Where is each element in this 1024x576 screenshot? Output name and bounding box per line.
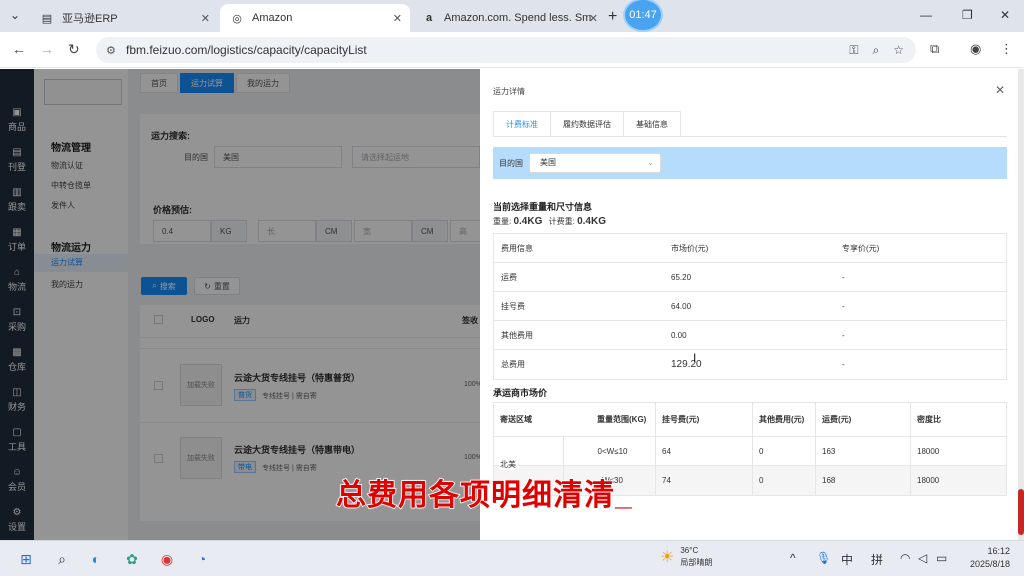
extensions-icon[interactable]: ⧉ xyxy=(930,41,939,57)
tab-title: Amazon xyxy=(252,12,293,24)
address-toolbar: ← → ↻ ⚙ fbm.feizuo.com/logistics/capacit… xyxy=(0,32,1024,68)
windows-start-icon[interactable]: ⊞ xyxy=(16,549,36,569)
weather-widget[interactable]: ☀ 36°C 局部晴朗 xyxy=(660,545,712,569)
tray-chevron-icon[interactable]: ^ xyxy=(790,551,796,565)
battery-icon[interactable]: ▭ xyxy=(936,551,947,565)
drawer-scrollbar[interactable] xyxy=(1018,69,1024,540)
browser-tab-amazon-com[interactable]: a Amazon.com. Spend less. Sm ✕ xyxy=(412,4,606,32)
chevron-down-icon: ⌄ xyxy=(647,158,654,167)
table-row: 运费 65.20 - xyxy=(494,263,1006,292)
region-cell: 北美 xyxy=(500,459,516,470)
app-icon[interactable]: ✿ xyxy=(122,549,142,569)
tab-icon: ▤ xyxy=(41,12,53,25)
weight-info: 重量: 0.4KG 计费重: 0.4KG xyxy=(493,216,606,227)
browser-tab-amazon[interactable]: ◎ Amazon ✕ xyxy=(220,4,410,32)
key-icon[interactable]: ⚿ xyxy=(849,43,858,58)
reload-icon[interactable]: ↻ xyxy=(68,41,80,58)
ime-pinyin[interactable]: 拼 xyxy=(871,551,883,568)
system-clock[interactable]: 16:12 2025/8/18 xyxy=(964,545,1010,571)
tab-fulfillment-eval[interactable]: 履约数据评估 xyxy=(550,111,624,136)
table-header-row: 费用信息 市场价(元) 专享价(元) xyxy=(494,234,1006,263)
drawer-title: 运力详情 xyxy=(493,87,525,96)
table-row: 总费用 129.20 - xyxy=(501,359,845,370)
section-title-carrier-price: 承运商市场价 xyxy=(493,388,548,398)
close-icon[interactable]: ✕ xyxy=(995,83,1005,97)
chrome-browser-icon[interactable]: ◉ xyxy=(157,549,177,569)
globe-icon: ◎ xyxy=(232,12,242,25)
restore-icon[interactable]: ❐ xyxy=(962,8,973,22)
charge-weight-value: 0.4KG xyxy=(577,216,606,227)
tab-billing-standard[interactable]: 计费标准 xyxy=(493,111,551,136)
section-title-weight: 当前选择重量和尺寸信息 xyxy=(493,202,593,212)
divider xyxy=(493,136,1007,137)
ime-mode[interactable]: 中 xyxy=(841,551,853,568)
browser-tab-erp[interactable]: ▤ 亚马逊ERP ✕ xyxy=(30,4,218,32)
table-header-row: 寄送区域 重量范围(KG) 挂号费(元) 其他费用(元) 运费(元) 密度比 xyxy=(494,403,1006,437)
new-tab-button[interactable]: + xyxy=(608,8,617,26)
tab-search-chevron-icon[interactable]: ⌄ xyxy=(10,8,20,22)
menu-dots-icon[interactable]: ⋮ xyxy=(1000,41,1013,57)
fee-table: 费用信息 市场价(元) 专享价(元) 运费 65.20 - 挂号费 64.00 … xyxy=(493,233,1007,380)
sun-cloud-icon: ☀ xyxy=(660,549,675,566)
weight-value: 0.4KG xyxy=(513,216,543,227)
tab-title: 亚马逊ERP xyxy=(62,13,118,25)
site-info-icon[interactable]: ⚙ xyxy=(106,44,116,57)
video-subtitle: 总费用各项明细清清_ xyxy=(335,478,633,513)
taskbar: ⊞ ⌕ ◐ ✿ ◉ ◔ ☀ 36°C 局部晴朗 ^ 🎙 中 拼 ◠ ◁ ▭ 16:… xyxy=(0,540,1024,576)
table-row: 挂号费 64.00 - xyxy=(494,292,1006,321)
tab-basic-info[interactable]: 基础信息 xyxy=(623,111,681,136)
dest-label: 目的国 xyxy=(499,159,523,168)
volume-icon[interactable]: ◁ xyxy=(918,551,927,565)
destination-bar: 目的国 美国 ⌄ xyxy=(493,147,1007,179)
dest-country-select[interactable]: 美国 ⌄ xyxy=(529,153,661,173)
recorder-icon[interactable]: ◔ xyxy=(192,549,212,569)
tab-title: Amazon.com. Spend less. Sm xyxy=(444,12,592,24)
amazon-icon: a xyxy=(425,12,433,24)
recording-timer-badge: 01:47 xyxy=(625,0,661,30)
table-row: 0<W≤10 64 0 163 18000 xyxy=(494,437,1006,466)
close-icon[interactable]: ✕ xyxy=(201,12,210,25)
forward-arrow-icon[interactable]: → xyxy=(40,41,54,57)
browser-tab-strip: ⌄ ▤ 亚马逊ERP ✕ ◎ Amazon ✕ a Amazon.com. Sp… xyxy=(0,0,1024,32)
scrollbar-thumb[interactable] xyxy=(1018,489,1024,535)
minimize-icon[interactable]: — xyxy=(920,8,932,22)
url-text: fbm.feizuo.com/logistics/capacity/capaci… xyxy=(126,43,367,57)
edge-browser-icon[interactable]: ◐ xyxy=(86,549,106,569)
text-cursor-icon: I xyxy=(693,351,697,365)
profile-icon[interactable]: ◉ xyxy=(970,41,981,57)
window-close-icon[interactable]: ✕ xyxy=(1000,8,1010,22)
table-row: 其他费用 0.00 - xyxy=(494,321,1006,350)
drawer-tabs: 计费标准 履约数据评估 基础信息 xyxy=(493,111,681,136)
microphone-icon[interactable]: 🎙 xyxy=(816,551,831,565)
zoom-icon[interactable]: ⌕ xyxy=(873,43,880,58)
search-icon[interactable]: ⌕ xyxy=(52,549,72,569)
close-icon[interactable]: ✕ xyxy=(393,12,402,25)
wifi-icon[interactable]: ◠ xyxy=(900,551,910,565)
close-icon[interactable]: ✕ xyxy=(589,12,598,25)
bookmark-star-icon[interactable]: ☆ xyxy=(893,43,904,58)
back-arrow-icon[interactable]: ← xyxy=(12,41,26,57)
url-bar[interactable]: ⚙ fbm.feizuo.com/logistics/capacity/capa… xyxy=(96,37,916,63)
